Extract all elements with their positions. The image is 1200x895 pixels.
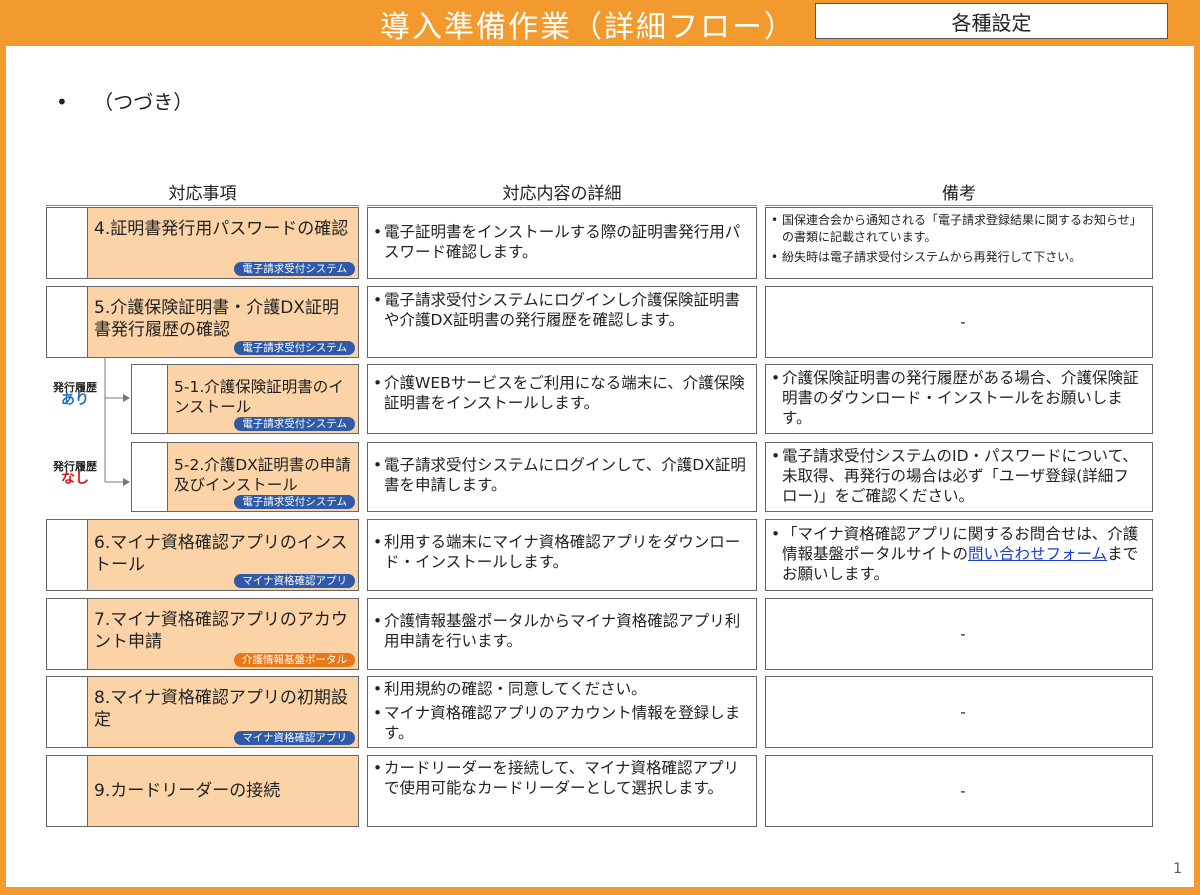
row-5-remarks: - xyxy=(765,286,1153,358)
row-5-2-index-cell xyxy=(131,442,168,512)
row-5-2-remark-item: 電子請求受付システムのID・パスワードについて、未取得、再発行の場合は必ず「ユー… xyxy=(771,446,1144,506)
row-8-detail-item: マイナ資格確認アプリのアカウント情報を登録します。 xyxy=(373,703,748,743)
row-8-task-label: 8.マイナ資格確認アプリの初期設定 xyxy=(94,688,348,730)
row-6-index-cell xyxy=(46,519,88,591)
row-7-remarks: - xyxy=(765,598,1153,670)
row-6-task: 6.マイナ資格確認アプリのインストール マイナ資格確認アプリ xyxy=(87,519,359,591)
row-9-detail: カードリーダーを接続して、マイナ資格確認アプリで使用可能なカードリーダーとして選… xyxy=(367,755,757,827)
row-7-system-tag: 介護情報基盤ポータル xyxy=(234,653,355,667)
row-9-task: 9.カードリーダーの接続 xyxy=(87,755,359,827)
row-9-remarks: - xyxy=(765,755,1153,827)
row-5-2-system-tag: 電子請求受付システム xyxy=(234,495,355,509)
row-4-system-tag: 電子請求受付システム xyxy=(234,262,355,276)
row-6-remark-item: 「マイナ資格確認アプリに関するお問合せは、介護情報基盤ポータルサイトの問い合わせ… xyxy=(771,524,1144,584)
row-8-task: 8.マイナ資格確認アプリの初期設定 マイナ資格確認アプリ xyxy=(87,676,359,748)
row-6-detail-item: 利用する端末にマイナ資格確認アプリをダウンロード・インストールします。 xyxy=(373,532,748,572)
row-8-system-tag: マイナ資格確認アプリ xyxy=(234,731,355,745)
row-6-remarks: 「マイナ資格確認アプリに関するお問合せは、介護情報基盤ポータルサイトの問い合わせ… xyxy=(765,519,1153,591)
inquiry-form-link[interactable]: 問い合わせフォーム xyxy=(968,545,1107,563)
row-5-1-remarks: 介護保険証明書の発行履歴がある場合、介護保険証明書のダウンロード・インストールを… xyxy=(765,364,1153,434)
row-5-1-remark-item: 介護保険証明書の発行履歴がある場合、介護保険証明書のダウンロード・インストールを… xyxy=(771,368,1144,428)
branch-no-value: なし xyxy=(61,471,89,487)
row-5-1-system-tag: 電子請求受付システム xyxy=(234,417,355,431)
row-8-remarks: - xyxy=(765,676,1153,748)
row-5-detail-item: 電子請求受付システムにログインし介護保険証明書や介護DX証明書の発行履歴を確認し… xyxy=(373,290,748,330)
row-4-detail-item: 電子証明書をインストールする際の証明書発行用パスワード確認します。 xyxy=(373,222,748,262)
row-5-1-detail: 介護WEBサービスをご利用になる端末に、介護保険証明書をインストールします。 xyxy=(367,364,757,434)
row-4-task: 4.証明書発行用パスワードの確認 電子請求受付システム xyxy=(87,207,359,279)
row-6-detail: 利用する端末にマイナ資格確認アプリをダウンロード・インストールします。 xyxy=(367,519,757,591)
branch-yes-value: あり xyxy=(61,392,89,408)
row-5-system-tag: 電子請求受付システム xyxy=(234,341,355,355)
row-4-remark-item: 国保連合会から通知される「電子請求登録結果に関するお知らせ」の書類に記載されてい… xyxy=(771,212,1144,246)
row-4-index-cell xyxy=(46,207,88,279)
row-5-index-cell xyxy=(46,286,88,358)
row-5-task-label: 5.介護保険証明書・介護DX証明書発行履歴の確認 xyxy=(94,298,339,340)
row-9-index-cell xyxy=(46,755,88,827)
page-number: 1 xyxy=(1173,861,1182,877)
row-5-1-index-cell xyxy=(131,364,168,434)
row-5-2-task: 5-2.介護DX証明書の申請及びインストール 電子請求受付システム xyxy=(167,442,359,512)
row-5-remark-dash: - xyxy=(960,313,966,331)
branch-no-label: 発行履歴 なし xyxy=(46,460,104,486)
row-8-index-cell xyxy=(46,676,88,748)
row-5-detail: 電子請求受付システムにログインし介護保険証明書や介護DX証明書の発行履歴を確認し… xyxy=(367,286,757,358)
row-7-task-label: 7.マイナ資格確認アプリのアカウント申請 xyxy=(94,610,348,652)
row-7-index-cell xyxy=(46,598,88,670)
row-7-remark-dash: - xyxy=(960,625,966,643)
row-7-detail: 介護情報基盤ポータルからマイナ資格確認アプリ利用申請を行います。 xyxy=(367,598,757,670)
row-8-detail-item: 利用規約の確認・同意してください。 xyxy=(373,679,748,699)
row-5-2-task-label: 5-2.介護DX証明書の申請及びインストール xyxy=(174,456,351,494)
row-5-1-detail-item: 介護WEBサービスをご利用になる端末に、介護保険証明書をインストールします。 xyxy=(373,373,748,413)
row-5-task: 5.介護保険証明書・介護DX証明書発行履歴の確認 電子請求受付システム xyxy=(87,286,359,358)
row-7-task: 7.マイナ資格確認アプリのアカウント申請 介護情報基盤ポータル xyxy=(87,598,359,670)
row-9-task-label: 9.カードリーダーの接続 xyxy=(94,781,281,801)
row-9-remark-dash: - xyxy=(960,782,966,800)
row-8-remark-dash: - xyxy=(960,703,966,721)
row-8-detail: 利用規約の確認・同意してください。 マイナ資格確認アプリのアカウント情報を登録し… xyxy=(367,676,757,748)
row-9-detail-item: カードリーダーを接続して、マイナ資格確認アプリで使用可能なカードリーダーとして選… xyxy=(373,758,748,798)
row-5-2-remarks: 電子請求受付システムのID・パスワードについて、未取得、再発行の場合は必ず「ユー… xyxy=(765,442,1153,512)
row-4-detail: 電子証明書をインストールする際の証明書発行用パスワード確認します。 xyxy=(367,207,757,279)
row-6-system-tag: マイナ資格確認アプリ xyxy=(234,574,355,588)
row-5-1-task-label: 5-1.介護保険証明書のインストール xyxy=(174,378,344,416)
row-5-2-detail: 電子請求受付システムにログインして、介護DX証明書を申請します。 xyxy=(367,442,757,512)
row-4-remark-item: 紛失時は電子請求受付システムから再発行して下さい。 xyxy=(771,249,1144,266)
row-4-task-label: 4.証明書発行用パスワードの確認 xyxy=(94,219,349,239)
row-5-1-task: 5-1.介護保険証明書のインストール 電子請求受付システム xyxy=(167,364,359,434)
row-6-task-label: 6.マイナ資格確認アプリのインストール xyxy=(94,533,348,575)
row-5-2-detail-item: 電子請求受付システムにログインして、介護DX証明書を申請します。 xyxy=(373,455,748,495)
row-7-detail-item: 介護情報基盤ポータルからマイナ資格確認アプリ利用申請を行います。 xyxy=(373,611,748,651)
row-4-remarks: 国保連合会から通知される「電子請求登録結果に関するお知らせ」の書類に記載されてい… xyxy=(765,207,1153,279)
branch-yes-label: 発行履歴 あり xyxy=(46,381,104,407)
